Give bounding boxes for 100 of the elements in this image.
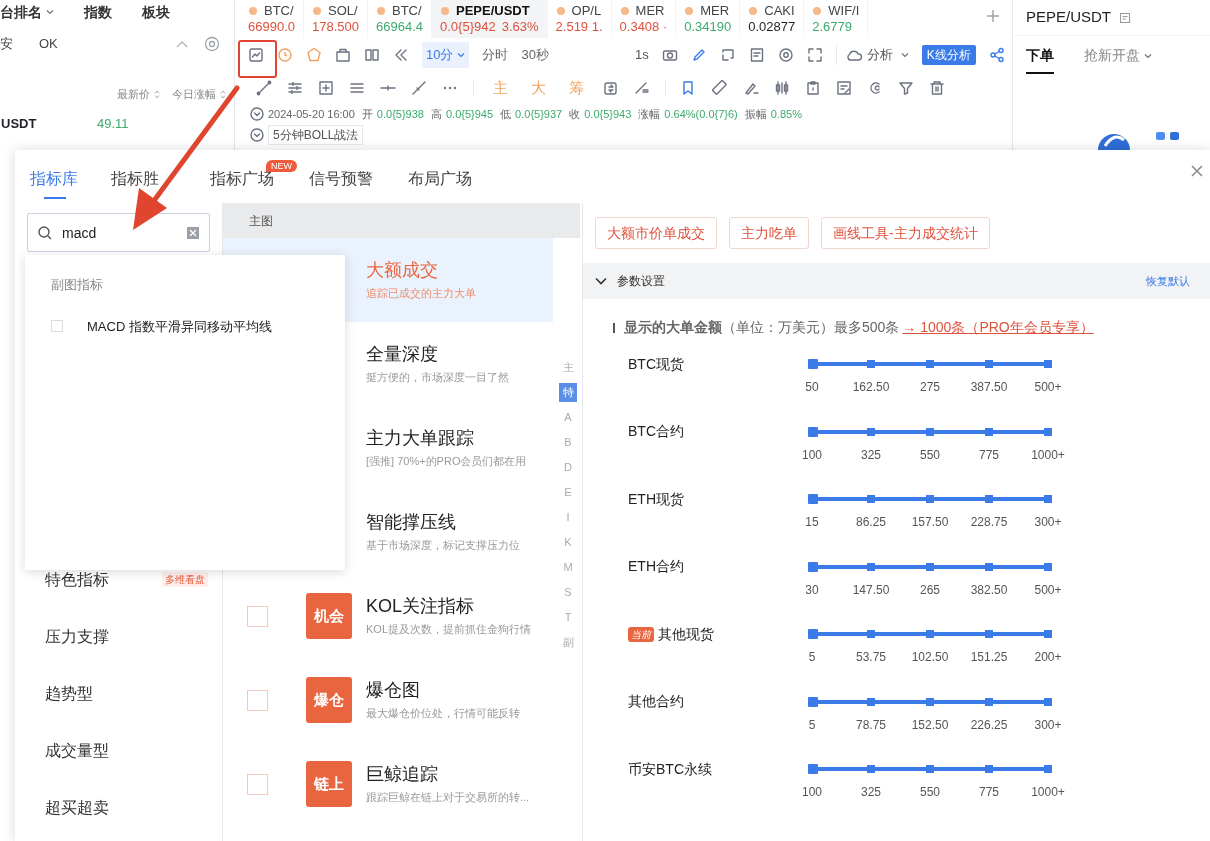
- sliders-icon[interactable]: [287, 80, 303, 96]
- ticker[interactable]: OP/L 2.519 1.: [547, 0, 612, 38]
- chevron-icon[interactable]: [595, 277, 607, 285]
- preset-button[interactable]: 画线工具-主力成交统计: [821, 217, 990, 249]
- column-header[interactable]: 最新价: [117, 86, 160, 103]
- swap-icon[interactable]: [603, 80, 619, 96]
- interval-tab[interactable]: 分时: [482, 42, 509, 68]
- ticker[interactable]: MER 0.3408 ·: [611, 0, 677, 38]
- category-item[interactable]: 趋势型: [45, 681, 93, 706]
- slider-track[interactable]: [808, 494, 1052, 504]
- coin-icon: [376, 5, 386, 16]
- upgrade-link[interactable]: → 1000条（PRO年会员专享）: [902, 317, 1094, 338]
- badge-icon[interactable]: [306, 47, 322, 63]
- ruler-icon[interactable]: [712, 80, 728, 96]
- checkbox[interactable]: [247, 605, 268, 627]
- collapse-icon[interactable]: [175, 39, 189, 49]
- analysis-menu[interactable]: 分析: [835, 45, 909, 65]
- category-item[interactable]: 成交量型: [45, 738, 109, 763]
- kline-analysis-button[interactable]: K线分析: [921, 45, 976, 65]
- dialog-tab[interactable]: 指标胜: [111, 169, 159, 189]
- filter-item[interactable]: OK: [39, 34, 58, 54]
- slider-thumb[interactable]: [808, 426, 818, 437]
- strategy-tag[interactable]: 5分钟BOLL战法: [268, 124, 364, 145]
- ray-icon[interactable]: [411, 80, 427, 96]
- note-icon[interactable]: [836, 80, 852, 96]
- order-tab[interactable]: 抢新开盘: [1084, 45, 1152, 74]
- slider-track[interactable]: [808, 629, 1052, 639]
- ticker[interactable]: WIF/I 2.6779: [804, 0, 869, 38]
- filter-item[interactable]: 安: [0, 34, 13, 54]
- order-tab[interactable]: 下单: [1026, 45, 1054, 74]
- slider-thumb[interactable]: [808, 494, 818, 504]
- expand-icon[interactable]: [250, 107, 264, 122]
- slider-track[interactable]: [808, 764, 1052, 774]
- settings-icon[interactable]: [204, 36, 220, 52]
- checkbox[interactable]: [247, 773, 268, 795]
- indicator-item[interactable]: 链上 巨鲸追踪 跟踪巨鲸在链上对于交易所的转...: [223, 742, 553, 826]
- checkbox[interactable]: [247, 689, 268, 711]
- slider-thumb[interactable]: [808, 696, 818, 707]
- briefcase-icon[interactable]: [335, 47, 351, 63]
- category-item[interactable]: 特色指标: [45, 567, 109, 592]
- pencil-icon[interactable]: [690, 47, 707, 63]
- category-item[interactable]: 压力支撑: [45, 624, 109, 649]
- share-icon[interactable]: [988, 47, 1005, 63]
- dialog-tab[interactable]: 指标广场: [210, 169, 274, 189]
- slider-thumb[interactable]: [808, 764, 818, 774]
- ticker[interactable]: MER 0.34190: [676, 0, 741, 38]
- settings-icon[interactable]: [777, 47, 794, 63]
- reset-link[interactable]: 恢复默认: [1146, 272, 1190, 290]
- candles-icon[interactable]: [774, 80, 790, 96]
- slider-label: 其他合约: [628, 692, 684, 711]
- dialog-tab[interactable]: 信号预警: [309, 169, 373, 189]
- market-tab[interactable]: 指数: [84, 1, 112, 23]
- category-item[interactable]: 超买超卖: [45, 795, 109, 820]
- document-icon[interactable]: [748, 47, 765, 63]
- dialog-tab[interactable]: 布局广场: [408, 169, 472, 189]
- preset-button[interactable]: 主力吃单: [729, 217, 809, 249]
- ticker[interactable]: CAKI 0.02877: [740, 0, 805, 38]
- column-header[interactable]: 今日涨幅: [172, 86, 226, 103]
- link-icon[interactable]: [1155, 130, 1181, 142]
- dialog-tab[interactable]: 指标库: [30, 169, 78, 189]
- ticker[interactable]: SOL/ 178.500: [304, 0, 368, 38]
- slider-tick-label: 775: [978, 446, 1000, 464]
- preset-button[interactable]: 大额市价单成交: [595, 217, 717, 249]
- interval-tab[interactable]: 10分: [422, 42, 470, 68]
- slider-thumb[interactable]: [808, 359, 818, 369]
- slider-track[interactable]: [808, 426, 1052, 437]
- interval-tab[interactable]: 1s: [634, 45, 649, 65]
- line-tool-icon[interactable]: [256, 80, 272, 96]
- indicator-description: 跟踪巨鲸在链上对于交易所的转...: [366, 789, 530, 805]
- document-icon[interactable]: [1119, 11, 1132, 24]
- frame-icon[interactable]: [719, 47, 736, 63]
- camera-icon[interactable]: [661, 47, 678, 63]
- fullscreen-icon[interactable]: [806, 47, 823, 63]
- slider-track[interactable]: [808, 561, 1052, 572]
- indicator-icon[interactable]: [248, 47, 264, 63]
- clipboard-icon[interactable]: [805, 80, 821, 96]
- indicator-item[interactable]: 机会 KOL关注指标 KOL提及次数，提前抓住金狗行情: [223, 574, 553, 658]
- interval-tab[interactable]: 30秒: [521, 42, 549, 68]
- columns-icon[interactable]: [364, 47, 380, 63]
- indicator-item[interactable]: 爆仓 爆仓图 最大爆仓价位处，行情可能反转: [223, 658, 553, 742]
- ticker[interactable]: BTC/ 66990.0: [240, 0, 304, 38]
- market-tab[interactable]: 板块: [142, 1, 170, 23]
- slider-track[interactable]: [808, 359, 1052, 369]
- close-icon[interactable]: [1190, 164, 1204, 178]
- search-field[interactable]: macd: [27, 213, 210, 252]
- add-box-icon[interactable]: [318, 80, 334, 96]
- rewind-icon[interactable]: [393, 47, 409, 63]
- clear-icon[interactable]: [186, 226, 200, 240]
- filter-icon[interactable]: [898, 80, 914, 96]
- clock-icon[interactable]: [277, 47, 293, 63]
- measure-icon[interactable]: [634, 80, 650, 96]
- lines-icon[interactable]: [349, 80, 365, 96]
- slider-thumb[interactable]: [808, 629, 818, 639]
- market-tab[interactable]: 台排名: [0, 1, 54, 23]
- trash-icon[interactable]: [929, 80, 945, 96]
- slider-thumb[interactable]: [808, 561, 818, 572]
- checkbox[interactable]: [51, 320, 63, 333]
- ticker[interactable]: PEPE/USDT 0.0{5}942 3.63%: [432, 0, 548, 38]
- expand-icon[interactable]: [250, 127, 264, 142]
- slider-track[interactable]: [808, 696, 1052, 707]
